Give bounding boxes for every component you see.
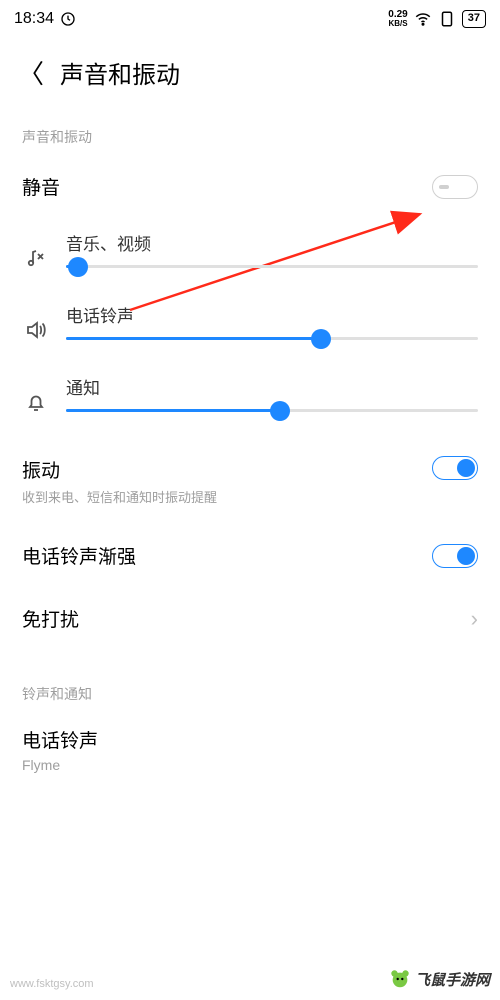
net-speed-label: KB/S	[388, 20, 407, 28]
media-slider-label: 音乐、视频	[66, 230, 478, 255]
watermark-right: 飞鼠手游网	[389, 968, 490, 990]
vibration-text: 振动 收到来电、短信和通知时振动提醒	[22, 456, 217, 506]
silent-row[interactable]: 静音	[0, 155, 500, 218]
nav-bar: 〈 声音和振动	[0, 32, 500, 103]
silent-label: 静音	[22, 173, 60, 200]
page-title: 声音和振动	[60, 55, 180, 90]
status-right: 0.29 KB/S 37	[388, 10, 486, 28]
notification-slider-track[interactable]	[66, 409, 478, 412]
media-slider-row[interactable]: 音乐、视频	[0, 218, 500, 290]
ring-fade-toggle[interactable]	[432, 544, 478, 568]
media-slider-body: 音乐、视频	[66, 230, 478, 268]
phone-ringtone-label: 电话铃声	[22, 726, 478, 753]
back-icon[interactable]: 〈	[18, 54, 44, 91]
notification-slider-thumb[interactable]	[270, 401, 290, 421]
notification-slider-row[interactable]: 通知	[0, 362, 500, 434]
watermark-right-text: 飞鼠手游网	[415, 969, 490, 990]
silent-toggle[interactable]	[432, 175, 478, 199]
phone-ringtone-value: Flyme	[22, 757, 478, 773]
vibration-sub: 收到来电、短信和通知时振动提醒	[22, 487, 217, 506]
watermark-left: www.fsktgsy.com	[10, 978, 94, 990]
status-left: 18:34	[14, 10, 76, 28]
music-mute-icon	[22, 246, 50, 270]
media-slider-thumb[interactable]	[68, 257, 88, 277]
notification-slider-fill	[66, 409, 280, 412]
wifi-icon	[414, 10, 432, 28]
ring-fade-label: 电话铃声渐强	[22, 542, 136, 569]
dnd-label: 免打扰	[22, 605, 79, 632]
section-header-ringtone: 铃声和通知	[0, 650, 500, 712]
media-slider-track[interactable]	[66, 265, 478, 268]
ringtone-slider-thumb[interactable]	[311, 329, 331, 349]
notification-slider-body: 通知	[66, 374, 478, 412]
watermark: www.fsktgsy.com 飞鼠手游网	[0, 968, 500, 990]
vibration-row[interactable]: 振动 收到来电、短信和通知时振动提醒	[0, 434, 500, 524]
ringtone-slider-row[interactable]: 电话铃声	[0, 290, 500, 362]
mouse-logo-icon	[389, 968, 411, 990]
ringtone-slider-track[interactable]	[66, 337, 478, 340]
ringtone-slider-fill	[66, 337, 321, 340]
vibration-label: 振动	[22, 456, 217, 483]
net-speed: 0.29 KB/S	[388, 10, 407, 28]
speaker-icon	[22, 318, 50, 342]
ringtone-slider-body: 电话铃声	[66, 302, 478, 340]
status-bar: 18:34 0.29 KB/S 37	[0, 0, 500, 32]
ringtone-slider-label: 电话铃声	[66, 302, 478, 327]
dnd-row[interactable]: 免打扰 ›	[0, 587, 500, 650]
rotation-icon	[438, 10, 456, 28]
clock-icon	[60, 11, 76, 27]
battery-indicator: 37	[462, 10, 486, 27]
ring-fade-row[interactable]: 电话铃声渐强	[0, 524, 500, 587]
vibration-toggle[interactable]	[432, 456, 478, 480]
phone-ringtone-row[interactable]: 电话铃声 Flyme	[0, 712, 500, 777]
chevron-right-icon: ›	[471, 606, 478, 632]
section-header-sound: 声音和振动	[0, 103, 500, 155]
status-time: 18:34	[14, 10, 54, 28]
notification-slider-label: 通知	[66, 374, 478, 399]
bell-icon	[22, 390, 50, 414]
